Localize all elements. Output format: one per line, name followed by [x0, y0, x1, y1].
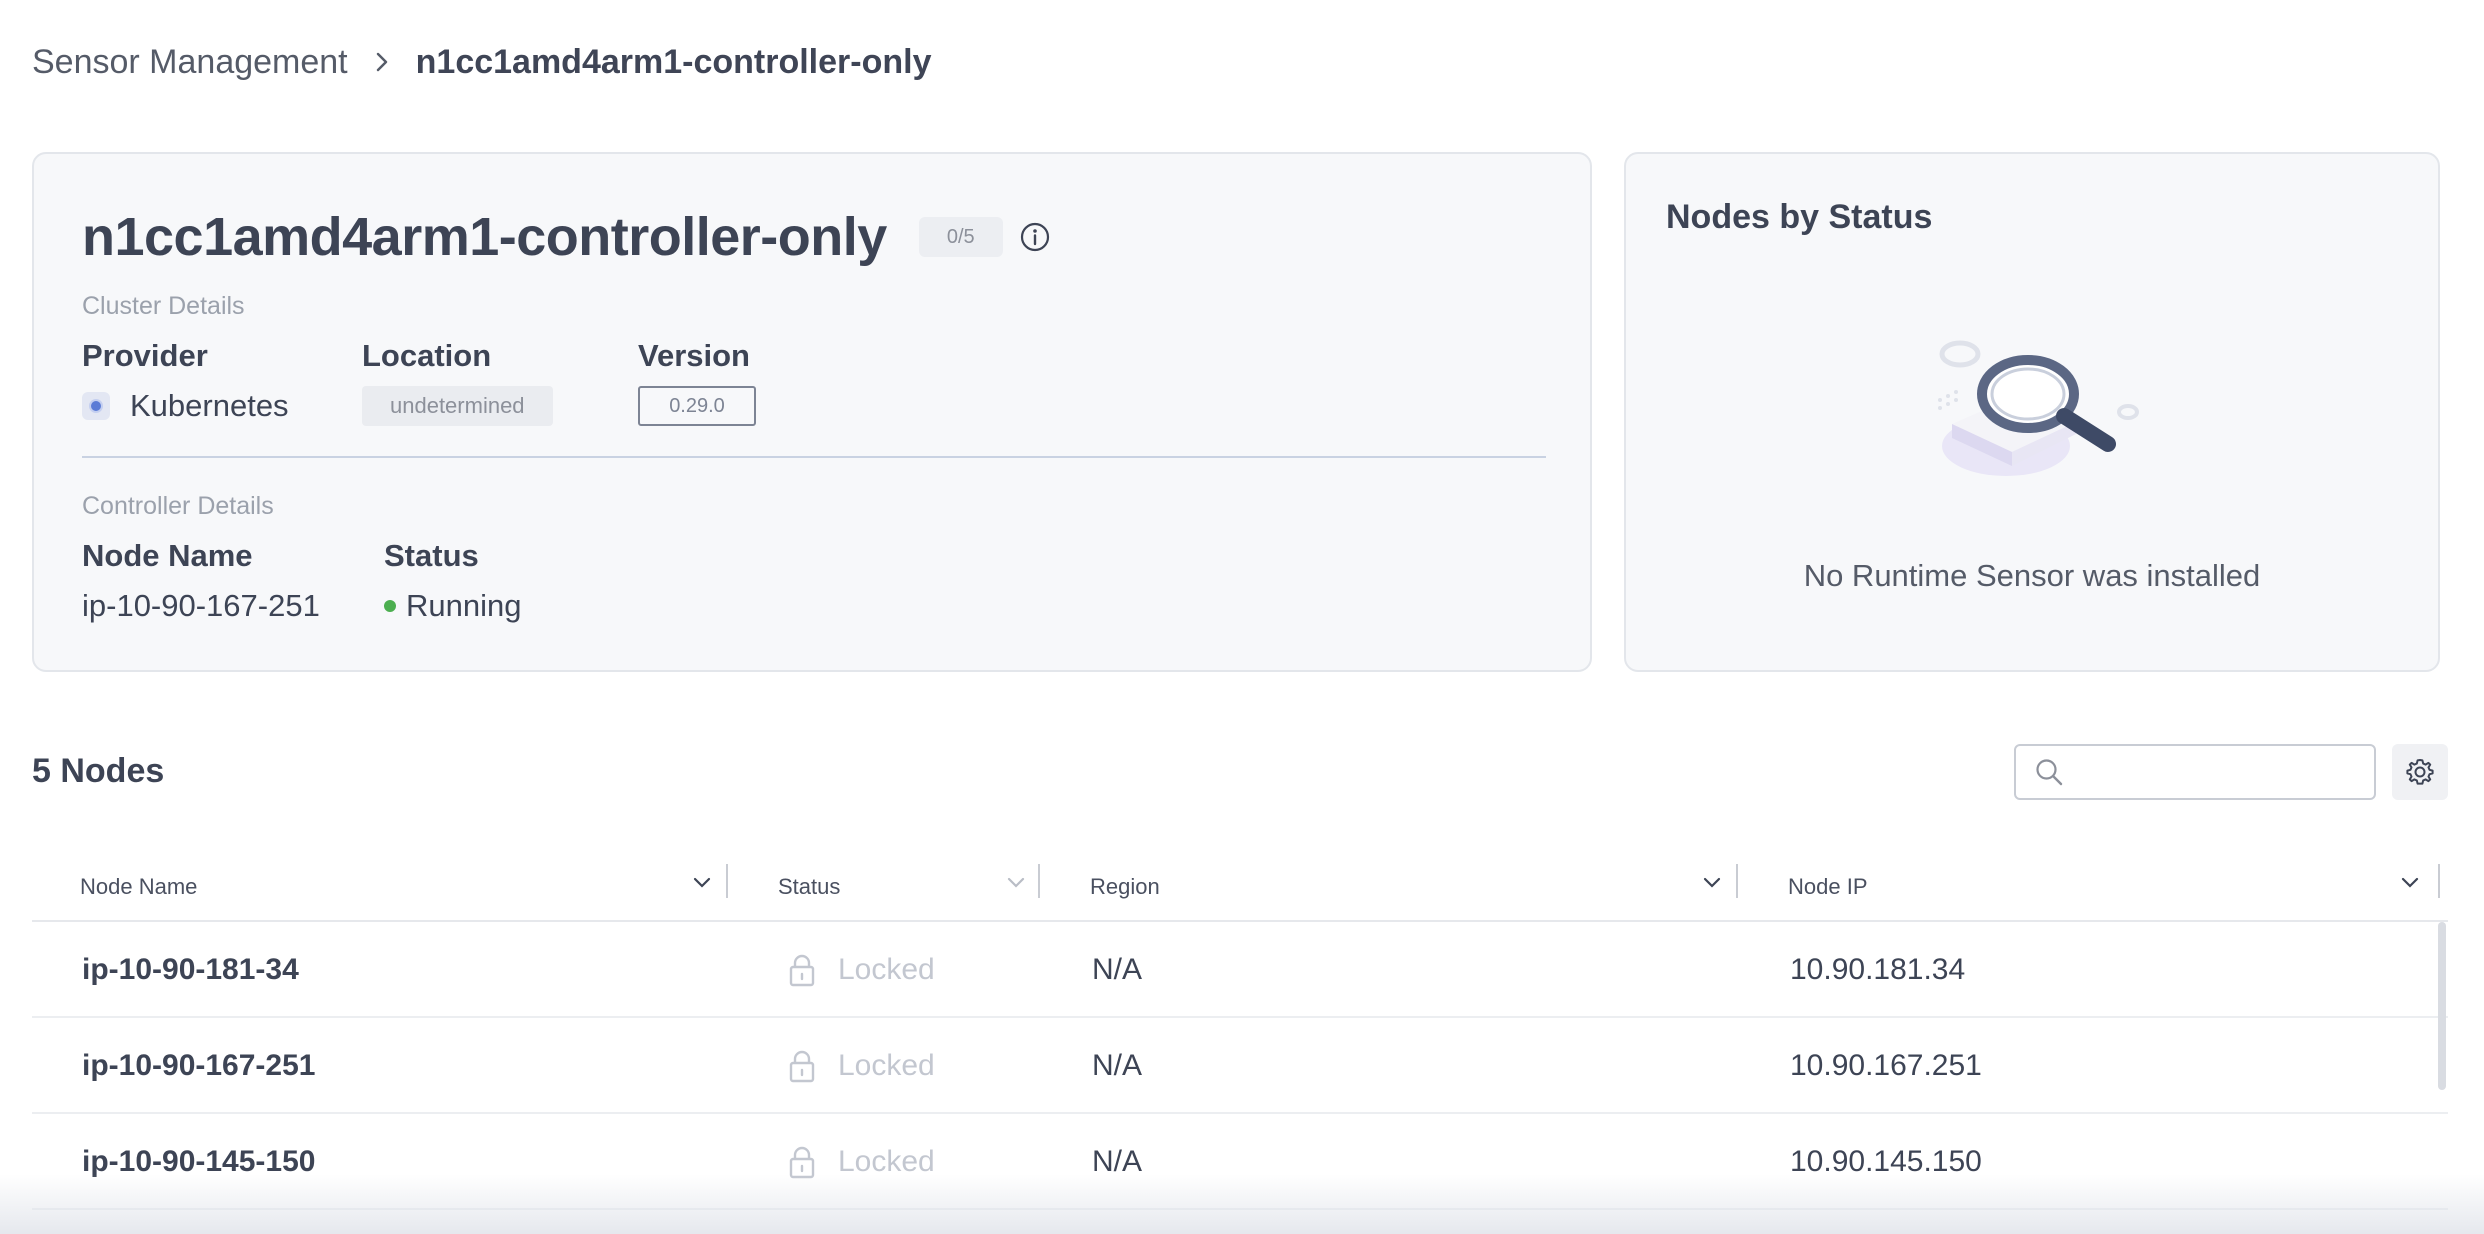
column-header-label: Status	[778, 874, 841, 899]
node-name-cell[interactable]: ip-10-90-181-34	[82, 922, 299, 1018]
provider-value: Kubernetes	[82, 386, 289, 426]
section-divider	[82, 456, 1546, 458]
status-cell: Locked	[788, 922, 935, 1018]
version-value: 0.29.0	[638, 386, 756, 426]
table-row[interactable]: ip-10-90-181-34 Locked N/A 10.90.181.34	[32, 922, 2448, 1018]
search-input[interactable]	[2074, 746, 2409, 798]
region-cell: N/A	[1092, 1049, 1143, 1082]
search-box[interactable]	[2014, 744, 2409, 800]
node-ip-cell: 10.90.181.34	[1790, 953, 1966, 986]
column-resize-handle[interactable]	[1038, 864, 1040, 898]
controller-status-text: Running	[406, 588, 522, 623]
table-settings-button[interactable]	[2392, 744, 2448, 800]
chevron-down-icon[interactable]	[1006, 876, 1026, 895]
column-header-node-ip[interactable]: Node IP	[1788, 852, 1868, 922]
column-resize-handle[interactable]	[2438, 864, 2440, 898]
node-ip-cell: 10.90.167.251	[1790, 1049, 1982, 1082]
table-header: Node Name Status Region Node IP	[32, 852, 2448, 922]
gear-icon	[2405, 757, 2435, 787]
breadcrumb-current-cluster: n1cc1amd4arm1-controller-only	[415, 42, 932, 81]
node-name-label: Node Name	[82, 538, 253, 573]
chevron-down-icon[interactable]	[2400, 876, 2420, 895]
status-text: Locked	[838, 953, 935, 986]
column-header-status[interactable]: Status	[778, 852, 840, 922]
location-value: undetermined	[362, 386, 553, 426]
provider-label: Provider	[82, 338, 208, 373]
chevron-down-icon[interactable]	[692, 876, 712, 895]
controller-node-name: ip-10-90-167-251	[82, 588, 320, 623]
node-name-cell[interactable]: ip-10-90-167-251	[82, 1018, 315, 1114]
empty-state-message: No Runtime Sensor was installed	[1803, 558, 2261, 593]
column-header-label: Node IP	[1788, 874, 1868, 899]
chevron-right-icon	[374, 51, 390, 73]
cluster-title-row: n1cc1amd4arm1-controller-only 0/5	[82, 206, 1051, 268]
running-status-dot	[384, 600, 396, 612]
version-label: Version	[638, 338, 750, 373]
column-header-label: Node Name	[80, 874, 198, 899]
nodes-by-status-title: Nodes by Status	[1666, 198, 1933, 236]
controller-details-label: Controller Details	[82, 492, 274, 520]
column-header-region[interactable]: Region	[1090, 852, 1160, 922]
status-text: Locked	[838, 1049, 935, 1082]
chevron-down-icon[interactable]	[1702, 876, 1722, 895]
controller-status: Running	[384, 586, 521, 626]
column-header-node-name[interactable]: Node Name	[80, 852, 197, 922]
status-cell: Locked	[788, 1018, 935, 1114]
table-scrollbar[interactable]	[2438, 922, 2446, 1090]
breadcrumb: Sensor Management n1cc1amd4arm1-controll…	[32, 38, 931, 86]
region-cell: N/A	[1092, 953, 1143, 986]
lock-icon	[788, 1049, 816, 1083]
lock-icon	[788, 953, 816, 987]
kubernetes-icon	[82, 392, 110, 420]
column-header-label: Region	[1090, 874, 1160, 899]
cluster-details-label: Cluster Details	[82, 292, 245, 320]
cluster-details-card: n1cc1amd4arm1-controller-only 0/5 Cluste…	[32, 152, 1592, 672]
nodes-table: Node Name Status Region Node IP ip-10-90…	[32, 852, 2448, 1210]
cluster-title: n1cc1amd4arm1-controller-only	[82, 207, 887, 267]
magnifier-empty-illustration	[1916, 334, 2156, 519]
location-label: Location	[362, 338, 492, 373]
provider-name: Kubernetes	[130, 388, 289, 423]
status-label: Status	[384, 538, 479, 573]
nodes-count-heading: 5 Nodes	[32, 752, 165, 790]
nodes-by-status-card: Nodes by Status No Runtime Sensor was in…	[1624, 152, 2440, 672]
table-row[interactable]: ip-10-90-167-251 Locked N/A 10.90.167.25…	[32, 1018, 2448, 1114]
node-count-badge: 0/5	[918, 217, 1003, 257]
breadcrumb-sensor-management[interactable]: Sensor Management	[32, 43, 348, 82]
info-icon[interactable]	[1019, 221, 1051, 253]
column-resize-handle[interactable]	[1736, 864, 1738, 898]
search-icon	[2034, 757, 2064, 787]
bottom-fade-overlay	[0, 1174, 2484, 1234]
column-resize-handle[interactable]	[726, 864, 728, 898]
